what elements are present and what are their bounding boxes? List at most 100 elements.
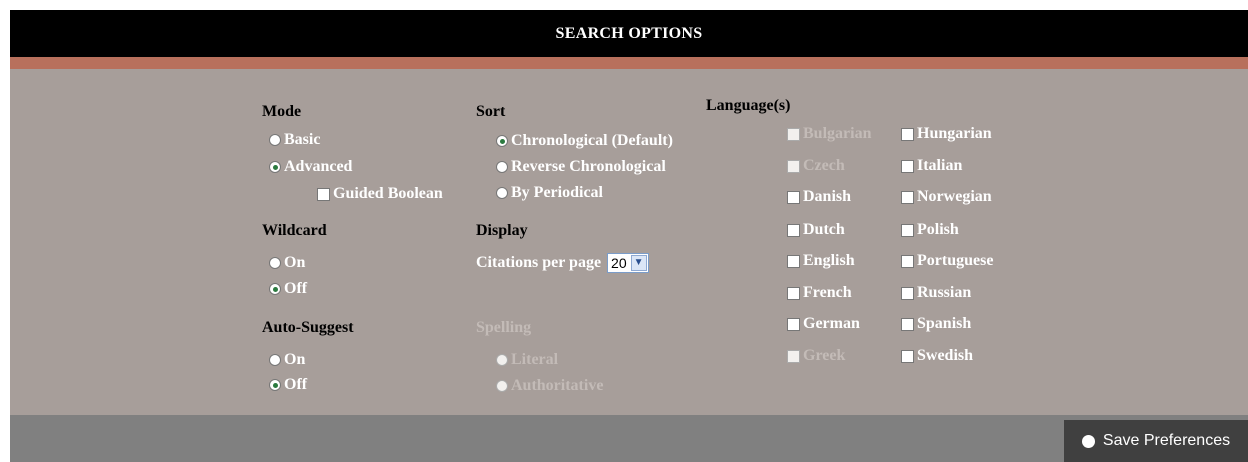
checkbox-label: Bulgarian: [803, 125, 872, 142]
language-checkbox-german[interactable]: German: [787, 314, 860, 334]
radio-label: Off: [284, 376, 308, 393]
checkbox[interactable]: [787, 254, 800, 268]
language-checkbox-polish[interactable]: Polish: [901, 220, 959, 240]
checkbox-label: Norwegian: [917, 188, 992, 205]
sort-chronological-radio[interactable]: Chronological (Default): [496, 131, 673, 151]
sort-heading: Sort: [476, 103, 506, 120]
checkbox[interactable]: [901, 127, 914, 141]
auto-suggest-on-radio[interactable]: On: [269, 350, 305, 370]
language-checkbox-portuguese[interactable]: Portuguese: [901, 251, 993, 271]
language-checkbox-greek[interactable]: Greek: [787, 346, 845, 366]
radio-button-selected[interactable]: [269, 161, 281, 173]
save-preferences-label: Save Preferences: [1102, 432, 1231, 449]
language-checkbox-swedish[interactable]: Swedish: [901, 346, 973, 366]
mode-advanced-radio[interactable]: Advanced: [269, 157, 352, 177]
checkbox-label: Italian: [917, 157, 963, 174]
chevron-down-icon[interactable]: ▼: [630, 255, 647, 271]
radio-button-selected[interactable]: [269, 283, 281, 295]
radio-label: On: [284, 254, 306, 271]
checkbox[interactable]: [787, 286, 800, 300]
checkbox-label: English: [803, 252, 855, 269]
checkbox-disabled[interactable]: [787, 349, 800, 363]
checkbox-label: Polish: [917, 221, 959, 238]
top-strip: [0, 0, 1248, 10]
checkbox[interactable]: [901, 190, 914, 204]
language-checkbox-danish[interactable]: Danish: [787, 187, 851, 207]
language-checkbox-bulgarian[interactable]: Bulgarian: [787, 124, 871, 144]
radio-button[interactable]: [269, 257, 281, 269]
checkbox[interactable]: [901, 317, 914, 331]
auto-suggest-off-radio[interactable]: Off: [269, 375, 307, 395]
checkbox[interactable]: [901, 254, 914, 268]
checkbox-label: Guided Boolean: [333, 185, 443, 202]
citations-label: Citations per page: [476, 254, 602, 271]
radio-label: By Periodical: [511, 184, 603, 201]
checkbox[interactable]: [787, 317, 800, 331]
checkbox[interactable]: [901, 159, 914, 173]
wildcard-off-radio[interactable]: Off: [269, 279, 307, 299]
search-options-header: SEARCH OPTIONS: [10, 10, 1248, 57]
radio-label: Authoritative: [511, 377, 604, 394]
save-preferences-button[interactable]: Save Preferences: [1064, 420, 1248, 462]
wildcard-heading: Wildcard: [262, 222, 327, 239]
mode-basic-radio[interactable]: Basic: [269, 130, 320, 150]
footer-bar: [10, 415, 1248, 462]
radio-label: Basic: [284, 131, 321, 148]
checkbox-disabled[interactable]: [787, 159, 800, 173]
language-checkbox-spanish[interactable]: Spanish: [901, 314, 971, 334]
checkbox[interactable]: [901, 349, 914, 363]
accent-stripe: [10, 57, 1248, 69]
wildcard-on-radio[interactable]: On: [269, 253, 305, 273]
language-checkbox-russian[interactable]: Russian: [901, 283, 971, 303]
radio-label: On: [284, 351, 306, 368]
spelling-literal-radio[interactable]: Literal: [496, 350, 558, 370]
checkbox-label: Spanish: [917, 315, 972, 332]
checkbox-label: Swedish: [917, 347, 974, 364]
spelling-authoritative-radio[interactable]: Authoritative: [496, 376, 603, 396]
options-panel: [10, 69, 1248, 415]
sort-by-periodical-radio[interactable]: By Periodical: [496, 183, 603, 203]
checkbox-label: Czech: [803, 157, 845, 174]
guided-boolean-checkbox[interactable]: Guided Boolean: [317, 184, 443, 204]
checkbox[interactable]: [787, 190, 800, 204]
checkbox-label: Portuguese: [917, 252, 994, 269]
radio-label: Advanced: [284, 158, 353, 175]
checkbox[interactable]: [317, 187, 330, 201]
checkbox-disabled[interactable]: [787, 127, 800, 141]
radio-button-disabled[interactable]: [496, 380, 508, 392]
radio-label: Reverse Chronological: [511, 158, 666, 175]
checkbox-label: Hungarian: [917, 125, 992, 142]
checkbox-label: German: [803, 315, 860, 332]
radio-button-selected[interactable]: [496, 135, 508, 147]
language-checkbox-norwegian[interactable]: Norwegian: [901, 187, 992, 207]
sort-reverse-chronological-radio[interactable]: Reverse Chronological: [496, 157, 666, 177]
checkbox-label: Dutch: [803, 221, 845, 238]
languages-heading: Language(s): [706, 97, 791, 114]
radio-label: Chronological (Default): [511, 132, 673, 149]
radio-button[interactable]: [496, 161, 508, 173]
mode-heading: Mode: [262, 103, 302, 120]
radio-button[interactable]: [496, 187, 508, 199]
language-checkbox-dutch[interactable]: Dutch: [787, 220, 845, 240]
language-checkbox-czech[interactable]: Czech: [787, 156, 845, 176]
radio-button-selected[interactable]: [269, 379, 281, 391]
radio-button[interactable]: [269, 354, 281, 366]
language-checkbox-hungarian[interactable]: Hungarian: [901, 124, 992, 144]
circle-icon: [1081, 434, 1095, 448]
radio-button[interactable]: [269, 134, 281, 146]
display-heading: Display: [476, 222, 528, 239]
language-checkbox-french[interactable]: French: [787, 283, 852, 303]
checkbox[interactable]: [901, 223, 914, 237]
auto-suggest-heading: Auto-Suggest: [262, 319, 354, 336]
language-checkbox-english[interactable]: English: [787, 251, 855, 271]
checkbox-label: Russian: [917, 284, 972, 301]
language-checkbox-italian[interactable]: Italian: [901, 156, 962, 176]
radio-label: Literal: [511, 351, 559, 368]
checkbox[interactable]: [787, 223, 800, 237]
page-title: SEARCH OPTIONS: [555, 25, 703, 42]
checkbox[interactable]: [901, 286, 914, 300]
radio-label: Off: [284, 280, 308, 297]
citations-per-page-select[interactable]: 20 ▼: [607, 253, 649, 273]
radio-button-disabled[interactable]: [496, 354, 508, 366]
citations-per-page-row: Citations per page 20 ▼: [476, 253, 649, 273]
